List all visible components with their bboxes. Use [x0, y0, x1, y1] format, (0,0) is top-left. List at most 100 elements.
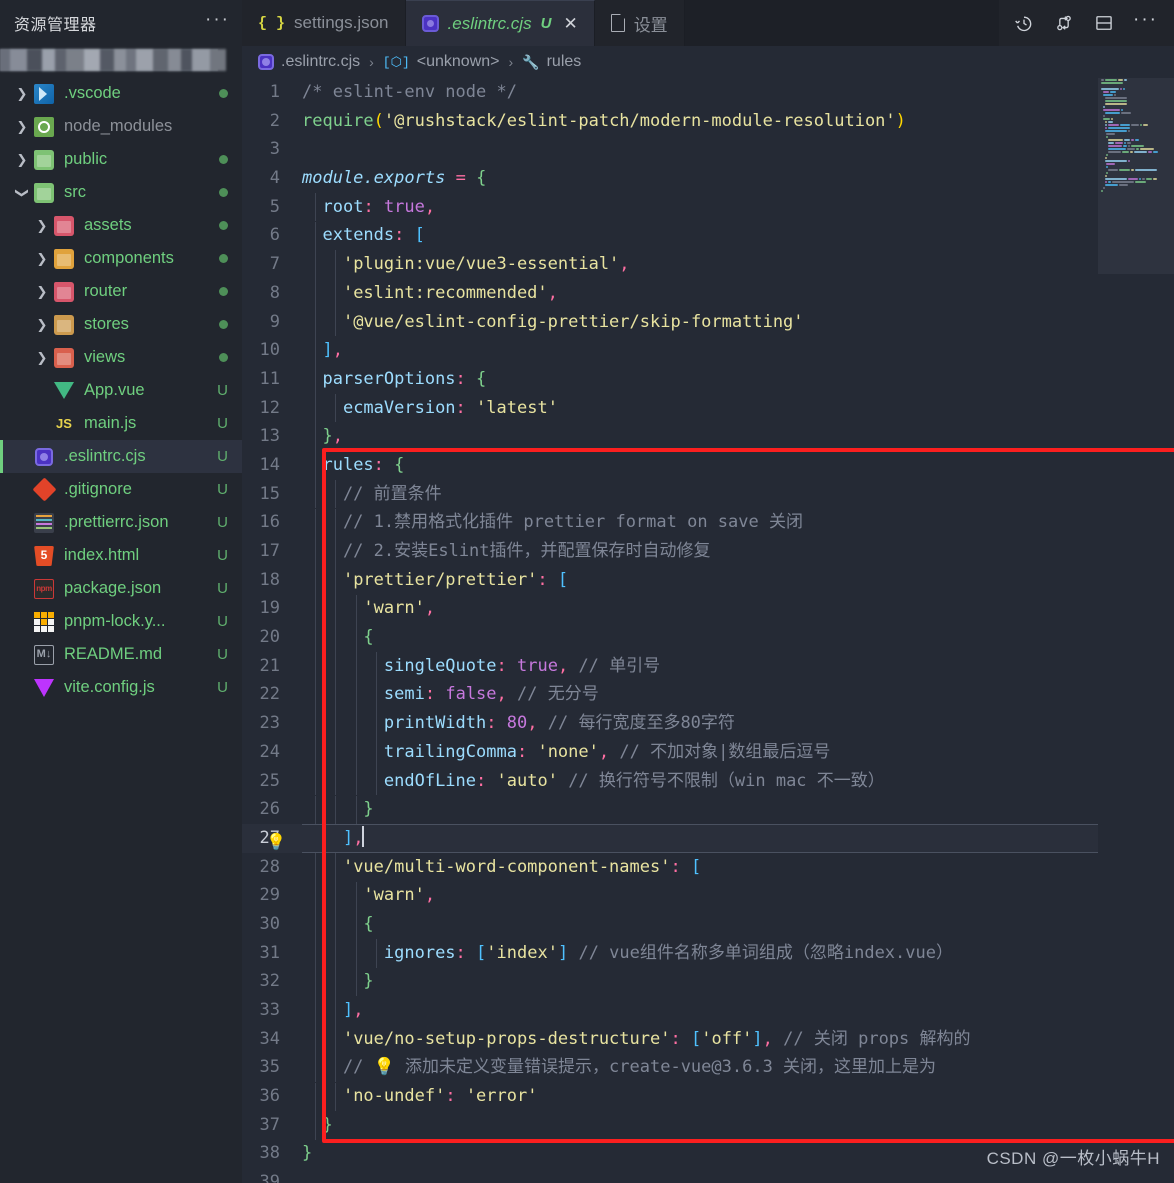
tree-item-router[interactable]: ❯ router — [0, 275, 242, 308]
tree-item-app-vue[interactable]: ❯App.vueU — [0, 374, 242, 407]
breadcrumb-symbol[interactable]: <unknown> — [417, 53, 500, 71]
tree-item-eslintrc-cjs[interactable]: ❯.eslintrc.cjsU — [0, 440, 242, 473]
code-line[interactable]: 33 ], — [242, 996, 1174, 1025]
code-line[interactable]: 14 rules: { — [242, 451, 1174, 480]
code-line[interactable]: 5 root: true, — [242, 193, 1174, 222]
tree-item-readme-md[interactable]: ❯M↓README.mdU — [0, 638, 242, 671]
code-line[interactable]: 17 // 2.安装Eslint插件，并配置保存时自动修复 — [242, 537, 1174, 566]
code-line[interactable]: 10 ], — [242, 336, 1174, 365]
code-line[interactable]: 11 parserOptions: { — [242, 365, 1174, 394]
minimap-slider[interactable] — [1098, 78, 1174, 274]
code-scroll[interactable]: 1 /* eslint-env node */ 2 require('@rushsta… — [242, 78, 1174, 1183]
code-line[interactable]: 28 'vue/multi-word-component-names': [ — [242, 853, 1174, 882]
tree-item-public[interactable]: ❯ public — [0, 143, 242, 176]
line-number: 12 — [259, 397, 280, 418]
code-line[interactable]: 26 } — [242, 795, 1174, 824]
code-line[interactable]: 7 'plugin:vue/vue3-essential', — [242, 250, 1174, 279]
code-content[interactable]: 1 /* eslint-env node */ 2 require('@rushsta… — [242, 78, 1174, 1183]
tree-item-vite-config-js[interactable]: ❯vite.config.jsU — [0, 671, 242, 704]
more-actions-icon[interactable]: ··· — [1133, 10, 1158, 32]
tree-item-pnpm-lock-y[interactable]: ❯pnpm-lock.y...U — [0, 605, 242, 638]
git-status-badge: U — [217, 382, 228, 399]
chevron-right-icon[interactable]: ❯ — [12, 152, 32, 168]
tree-item-package-json[interactable]: ❯npmpackage.jsonU — [0, 572, 242, 605]
code-line[interactable]: 1 /* eslint-env node */ — [242, 78, 1174, 107]
code-line[interactable]: 16 // 1.禁用格式化插件 prettier format on save … — [242, 508, 1174, 537]
breadcrumb-file[interactable]: .eslintrc.cjs — [281, 53, 360, 71]
code-line[interactable]: 25 endOfLine: 'auto' // 换行符号不限制（win mac … — [242, 767, 1174, 796]
code-line[interactable]: 2 require('@rushstack/eslint-patch/modern… — [242, 107, 1174, 136]
line-number: 36 — [259, 1086, 280, 1107]
lightbulb-quickfix-icon[interactable]: 💡 — [266, 828, 286, 857]
breadcrumb: .eslintrc.cjs › [⬡] <unknown> › 🔧 rules — [242, 46, 1174, 78]
tree-item-components[interactable]: ❯ components — [0, 242, 242, 275]
tree-item-assets[interactable]: ❯ assets — [0, 209, 242, 242]
code-line[interactable]: 3 — [242, 135, 1174, 164]
git-status-dot — [219, 188, 228, 197]
chevron-right-icon[interactable]: ❯ — [12, 119, 32, 135]
code-line[interactable]: 15 // 前置条件 — [242, 480, 1174, 509]
code-line[interactable]: 18 'prettier/prettier': [ — [242, 566, 1174, 595]
chevron-right-icon[interactable]: ❯ — [32, 350, 52, 366]
line-number: 23 — [259, 713, 280, 734]
code-line[interactable]: 8 'eslint:recommended', — [242, 279, 1174, 308]
timeline-history-icon[interactable] — [1013, 12, 1035, 34]
tree-item-gitignore[interactable]: ❯.gitignoreU — [0, 473, 242, 506]
code-line[interactable]: 24 trailingComma: 'none', // 不加对象|数组最后逗号 — [242, 738, 1174, 767]
code-line[interactable]: 4 module.exports = { — [242, 164, 1174, 193]
tree-item-stores[interactable]: ❯ stores — [0, 308, 242, 341]
chevron-right-icon[interactable]: ❯ — [32, 251, 52, 267]
code-line[interactable]: 23 printWidth: 80, // 每行宽度至多80字符 — [242, 709, 1174, 738]
tree-item-label: router — [84, 282, 128, 300]
code-line[interactable]: 13 }, — [242, 422, 1174, 451]
tab-label: .eslintrc.cjs — [447, 13, 532, 33]
tree-item-label: vite.config.js — [64, 678, 155, 696]
html-file-icon: 5 — [32, 545, 56, 566]
code-line[interactable]: 32 } — [242, 967, 1174, 996]
code-line[interactable]: 12 ecmaVersion: 'latest' — [242, 394, 1174, 423]
line-number: 5 — [269, 196, 280, 217]
router-folder-icon — [52, 281, 76, 302]
code-line[interactable]: 30 { — [242, 910, 1174, 939]
chevron-right-icon[interactable]: ❯ — [12, 86, 32, 102]
code-line[interactable]: 31 ignores: ['index'] // vue组件名称多单词组成（忽略… — [242, 939, 1174, 968]
code-line[interactable]: 39 — [242, 1168, 1174, 1183]
code-line[interactable]: 21 singleQuote: true, // 单引号 — [242, 652, 1174, 681]
tab-eslintrc-cjs[interactable]: .eslintrc.cjs U ✕ — [405, 0, 595, 46]
chevron-down-icon[interactable]: ❯ — [14, 183, 30, 203]
code-line[interactable]: 34 'vue/no-setup-props-destructure': ['o… — [242, 1025, 1174, 1054]
line-number: 15 — [259, 483, 280, 504]
chevron-right-icon[interactable]: ❯ — [32, 284, 52, 300]
code-line[interactable]: 36 'no-undef': 'error' — [242, 1082, 1174, 1111]
tab-settings-json[interactable]: { } settings.json — [242, 0, 406, 46]
code-line[interactable]: 20 { — [242, 623, 1174, 652]
tree-item-vscode[interactable]: ❯ .vscode — [0, 77, 242, 110]
tree-item-index-html[interactable]: ❯5index.htmlU — [0, 539, 242, 572]
code-line[interactable]: 6 extends: [ — [242, 221, 1174, 250]
chevron-right-icon[interactable]: ❯ — [32, 317, 52, 333]
code-line[interactable]: 37 } — [242, 1111, 1174, 1140]
close-icon[interactable]: ✕ — [563, 14, 577, 34]
views-folder-icon — [52, 347, 76, 368]
code-line[interactable]: 29 'warn', — [242, 881, 1174, 910]
chevron-right-icon[interactable]: ❯ — [32, 218, 52, 234]
tree-item-main-js[interactable]: ❯JSmain.jsU — [0, 407, 242, 440]
code-line[interactable]: 22 semi: false, // 无分号 — [242, 680, 1174, 709]
source-control-compare-icon[interactable] — [1053, 12, 1075, 34]
breadcrumb-member[interactable]: rules — [547, 53, 582, 71]
code-line[interactable]: 27 ], 💡 — [242, 823, 1174, 853]
git-status-badge: U — [217, 547, 228, 564]
explorer-more-icon[interactable]: ··· — [205, 10, 230, 32]
tree-item-views[interactable]: ❯ views — [0, 341, 242, 374]
split-editor-icon[interactable] — [1093, 12, 1115, 34]
code-line[interactable]: 9 '@vue/eslint-config-prettier/skip-form… — [242, 308, 1174, 337]
code-line[interactable]: 19 'warn', — [242, 594, 1174, 623]
tree-item-prettierrc-json[interactable]: ❯.prettierrc.jsonU — [0, 506, 242, 539]
tab-settings[interactable]: 设置 — [594, 0, 685, 46]
minimap[interactable] — [1098, 78, 1174, 1183]
line-number: 20 — [259, 627, 280, 648]
code-line[interactable]: 35 // 💡 添加未定义变量错误提示，create-vue@3.6.3 关闭，… — [242, 1053, 1174, 1082]
line-number: 13 — [259, 426, 280, 447]
tree-item-node-modules[interactable]: ❯ node_modules — [0, 110, 242, 143]
tree-item-src[interactable]: ❯ src — [0, 176, 242, 209]
